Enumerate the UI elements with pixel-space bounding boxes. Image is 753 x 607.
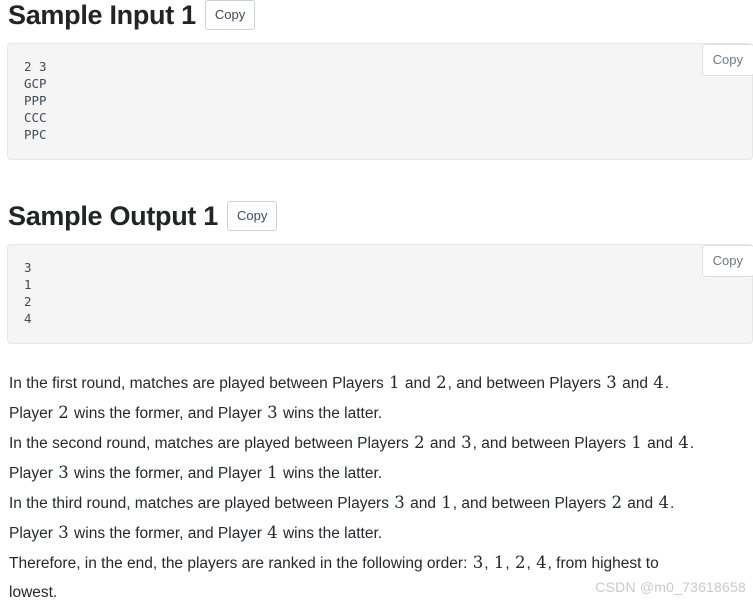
sample-input-code-wrap: 2 3 GCP PPP CCC PPC Copy [7, 42, 753, 160]
text-run: wins the former, and Player [69, 465, 267, 482]
text-run: Player [9, 525, 58, 542]
text-run: , and between Players [447, 375, 606, 392]
math-number: 1 [389, 373, 400, 392]
math-number: 2 [611, 493, 622, 512]
text-run: and [400, 375, 436, 392]
sample-output-code-wrap: 3 1 2 4 Copy [7, 243, 753, 344]
text-run: and [425, 435, 461, 452]
explanation-line: Player 2 wins the former, and Player 3 w… [9, 398, 749, 428]
sample-input-code: 2 3 GCP PPP CCC PPC [7, 42, 753, 160]
math-number: 4 [536, 553, 547, 572]
sample-input-title: Sample Input 1 [8, 0, 196, 30]
text-run: , from highest to [547, 555, 659, 572]
math-number: 1 [441, 493, 452, 512]
math-number: 1 [493, 553, 505, 572]
text-run: In the second round, matches are played … [9, 435, 414, 452]
text-run: wins the former, and Player [69, 405, 267, 422]
explanation-line: Player 3 wins the former, and Player 4 w… [9, 518, 749, 548]
math-number: 3 [58, 463, 69, 482]
text-run: , [526, 555, 536, 572]
math-number: 4 [653, 373, 664, 392]
explanation-line: In the third round, matches are played b… [9, 488, 749, 518]
text-run: , [505, 555, 514, 572]
sample-output-code: 3 1 2 4 [7, 243, 753, 344]
text-run: lowest. [9, 584, 58, 601]
text-run: , and between Players [452, 495, 611, 512]
text-run: wins the former, and Player [69, 525, 267, 542]
sample-input-heading-row: Sample Input 1 Copy [0, 0, 753, 30]
text-run: In the third round, matches are played b… [9, 495, 394, 512]
code-copy-button-sample-input[interactable]: Copy [701, 43, 753, 76]
spacer-after-input [0, 172, 753, 201]
text-run: Player [9, 405, 58, 422]
explanation-line: Therefore, in the end, the players are r… [9, 548, 749, 578]
math-number: 3 [394, 493, 405, 512]
explanation-line: Player 3 wins the former, and Player 1 w… [9, 458, 749, 488]
text-run: Therefore, in the end, the players are r… [9, 555, 472, 572]
math-number: 2 [414, 433, 425, 452]
math-number: 4 [678, 433, 689, 452]
page-root: Sample Input 1 Copy 2 3 GCP PPP CCC PPC … [0, 0, 753, 605]
text-run: . [664, 375, 670, 392]
math-number: 2 [514, 553, 526, 572]
sample-output-heading-row: Sample Output 1 Copy [0, 201, 753, 231]
text-run: wins the latter. [278, 525, 383, 542]
text-run: and [405, 495, 441, 512]
math-number: 2 [436, 373, 447, 392]
math-number: 3 [461, 433, 472, 452]
text-run: and [617, 375, 653, 392]
math-number: 4 [267, 523, 278, 542]
math-number: 2 [58, 403, 69, 422]
copy-button-sample-input[interactable]: Copy [204, 0, 256, 30]
math-number: 3 [606, 373, 617, 392]
text-run: , and between Players [472, 435, 631, 452]
math-number: 3 [58, 523, 69, 542]
explanation-line: In the second round, matches are played … [9, 428, 749, 458]
watermark: CSDN @m0_73618658 [595, 579, 746, 595]
math-number: 3 [267, 403, 278, 422]
code-copy-button-sample-output[interactable]: Copy [701, 244, 753, 277]
spacer-after-output [0, 356, 753, 368]
explanation-text: In the first round, matches are played b… [0, 368, 753, 607]
text-run: and [622, 495, 658, 512]
math-number: 1 [631, 433, 642, 452]
text-run: wins the latter. [278, 465, 383, 482]
text-run: . [669, 495, 675, 512]
explanation-line: In the first round, matches are played b… [9, 368, 749, 398]
text-run: . [689, 435, 695, 452]
sample-output-title: Sample Output 1 [8, 200, 219, 231]
math-number: 4 [658, 493, 669, 512]
text-run: , [484, 555, 493, 572]
text-run: In the first round, matches are played b… [9, 375, 389, 392]
math-number: 3 [472, 553, 484, 572]
text-run: wins the latter. [278, 405, 383, 422]
text-run: Player [9, 465, 58, 482]
math-number: 1 [267, 463, 278, 482]
copy-button-sample-output[interactable]: Copy [227, 201, 278, 231]
text-run: and [642, 435, 678, 452]
